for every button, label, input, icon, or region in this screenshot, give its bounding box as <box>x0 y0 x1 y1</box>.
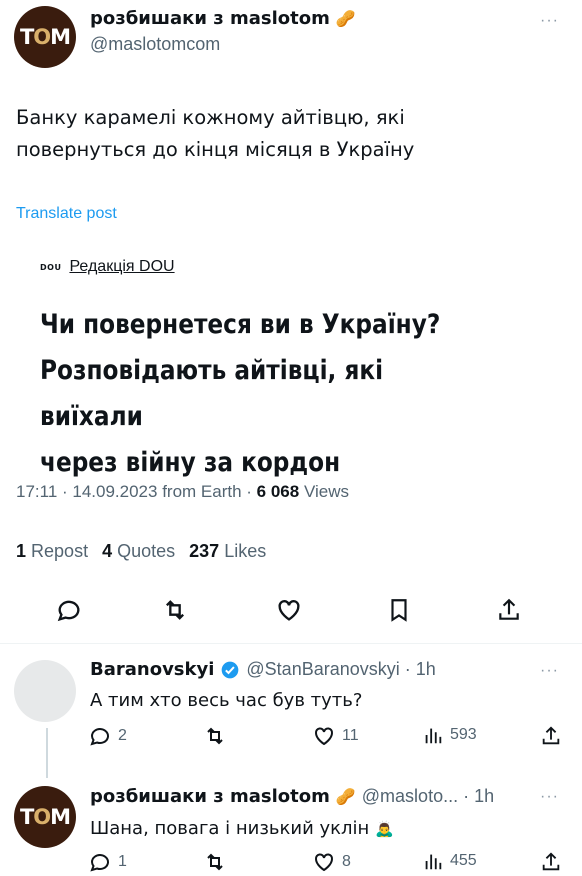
reply-views-button[interactable]: 593 <box>422 724 477 746</box>
reply-share-button[interactable] <box>540 850 562 874</box>
like-count: 8 <box>342 853 351 870</box>
reply-icon <box>90 728 109 746</box>
engagement-stats: 1 Repost 4 Quotes 237 Likes <box>16 541 266 562</box>
views-bar-chart-icon <box>425 854 442 870</box>
heart-icon <box>278 600 300 621</box>
card-source-name[interactable]: Редакція DOU <box>69 258 174 276</box>
reply-text: Шана, повага і низький уклін 🙇‍♂️ <box>90 818 394 839</box>
reply-text-content: Шана, повага і низький уклін <box>90 818 370 839</box>
author-name[interactable]: розбишаки з maslotom <box>90 8 330 29</box>
like-button[interactable] <box>272 593 306 627</box>
repost-icon <box>166 600 184 620</box>
reply-more-icon[interactable]: ··· <box>540 662 559 680</box>
more-options-icon[interactable]: ··· <box>540 12 559 30</box>
views-count: 6 068 <box>256 482 300 501</box>
reply-count: 1 <box>118 853 127 870</box>
views-bar-chart-icon <box>425 728 442 744</box>
share-icon <box>542 726 560 745</box>
bookmark-button[interactable] <box>382 593 416 627</box>
card-headline[interactable]: Чи повернетеся ви в Україну? Розповідают… <box>40 302 487 486</box>
repost-icon <box>207 853 223 871</box>
avatar-letter: О <box>33 805 51 829</box>
reply-reply-button[interactable]: 2 <box>88 724 127 748</box>
views-count: 455 <box>450 852 477 869</box>
author-avatar[interactable]: ТОМ <box>14 6 76 68</box>
bowing-people-emoji-icon: 🙇‍♂️ <box>375 820 394 838</box>
reply-avatar[interactable]: ТОМ <box>14 786 76 848</box>
reply-author-handle[interactable]: @StanBaranovskyi · 1h <box>246 659 435 680</box>
tweet-text: Банку карамелі кожному айтівцю, які пове… <box>16 102 556 166</box>
reply-icon <box>57 600 80 622</box>
reply-actions: 2 11 593 <box>84 724 574 750</box>
repost-button[interactable] <box>158 593 192 627</box>
reply-button[interactable] <box>52 593 86 627</box>
reply-more-icon[interactable]: ··· <box>540 788 559 806</box>
reply-reply-button[interactable]: 1 <box>88 850 127 874</box>
reposts-stat[interactable]: 1 Repost <box>16 541 88 562</box>
reply-views-button[interactable]: 455 <box>422 850 477 872</box>
reply-count: 2 <box>118 727 127 744</box>
reply-text: А тим хто весь час був туть? <box>90 690 363 711</box>
peanut-emoji-icon: 🥜 <box>335 788 356 806</box>
like-count: 11 <box>342 727 359 744</box>
peanut-emoji-icon: 🥜 <box>335 10 356 28</box>
avatar-letter: М <box>50 25 71 49</box>
tweet-text-line: Банку карамелі кожному айтівцю, які <box>16 106 405 129</box>
verified-badge-icon <box>222 661 239 678</box>
reply-author-name[interactable]: Baranovskyi <box>90 659 214 680</box>
reply-like-button[interactable]: 11 <box>312 724 359 748</box>
views-label: Views <box>303 482 349 501</box>
reply-header: розбишаки з maslotom 🥜 @masloto... · 1h <box>90 786 494 807</box>
share-icon <box>542 852 560 871</box>
tweet-actions <box>0 593 582 629</box>
reply-icon <box>90 854 109 872</box>
likes-label: Likes <box>224 541 267 561</box>
reply-repost-button[interactable] <box>202 724 228 748</box>
avatar-letter: Т <box>19 805 34 829</box>
reply-actions: 1 8 455 <box>84 850 574 876</box>
quotes-count: 4 <box>102 541 113 561</box>
reply-repost-button[interactable] <box>202 850 228 874</box>
likes-count: 237 <box>189 541 220 561</box>
headline-line: Чи повернетеся ви в Україну? <box>40 309 441 340</box>
reply-like-button[interactable]: 8 <box>312 850 351 874</box>
reposts-label: Repost <box>31 541 89 561</box>
tweet-text-line: повернуться до кінця місяця в Україну <box>16 138 415 161</box>
reply-author-handle[interactable]: @masloto... · 1h <box>362 786 494 807</box>
avatar-letter: М <box>50 805 71 829</box>
likes-stat[interactable]: 237 Likes <box>189 541 266 562</box>
quotes-stat[interactable]: 4 Quotes <box>102 541 175 562</box>
reply-author-name[interactable]: розбишаки з maslotom <box>90 786 330 807</box>
avatar-letter: Т <box>19 25 34 49</box>
reply-header: Baranovskyi @StanBaranovskyi · 1h <box>90 659 436 680</box>
quotes-label: Quotes <box>117 541 176 561</box>
translate-post-link[interactable]: Translate post <box>16 205 117 223</box>
tweet-meta: 17:11 · 14.09.2023 from Earth · 6 068 Vi… <box>16 482 349 502</box>
thread-line <box>46 728 48 778</box>
author-handle[interactable]: @maslotomcom <box>90 34 220 55</box>
reply-avatar[interactable] <box>14 660 76 722</box>
views-count: 593 <box>450 726 477 743</box>
author-header: розбишаки з maslotom 🥜 <box>90 8 356 29</box>
heart-icon <box>315 853 333 872</box>
avatar-letter: О <box>33 25 51 49</box>
reply-share-button[interactable] <box>540 724 562 748</box>
headline-line: через війну за кордон <box>40 447 341 478</box>
heart-icon <box>315 727 333 746</box>
timestamp[interactable]: 17:11 · 14.09.2023 from Earth · <box>16 482 252 501</box>
card-source[interactable]: DOU Редакція DOU <box>40 258 175 276</box>
reposts-count: 1 <box>16 541 27 561</box>
divider <box>0 643 582 644</box>
repost-icon <box>207 727 223 745</box>
headline-line: Розповідають айтівці, які виїхали <box>40 355 384 432</box>
bookmark-icon <box>391 599 407 622</box>
dou-logo-icon: DOU <box>40 262 62 272</box>
share-icon <box>499 598 519 620</box>
share-button[interactable] <box>492 593 526 627</box>
